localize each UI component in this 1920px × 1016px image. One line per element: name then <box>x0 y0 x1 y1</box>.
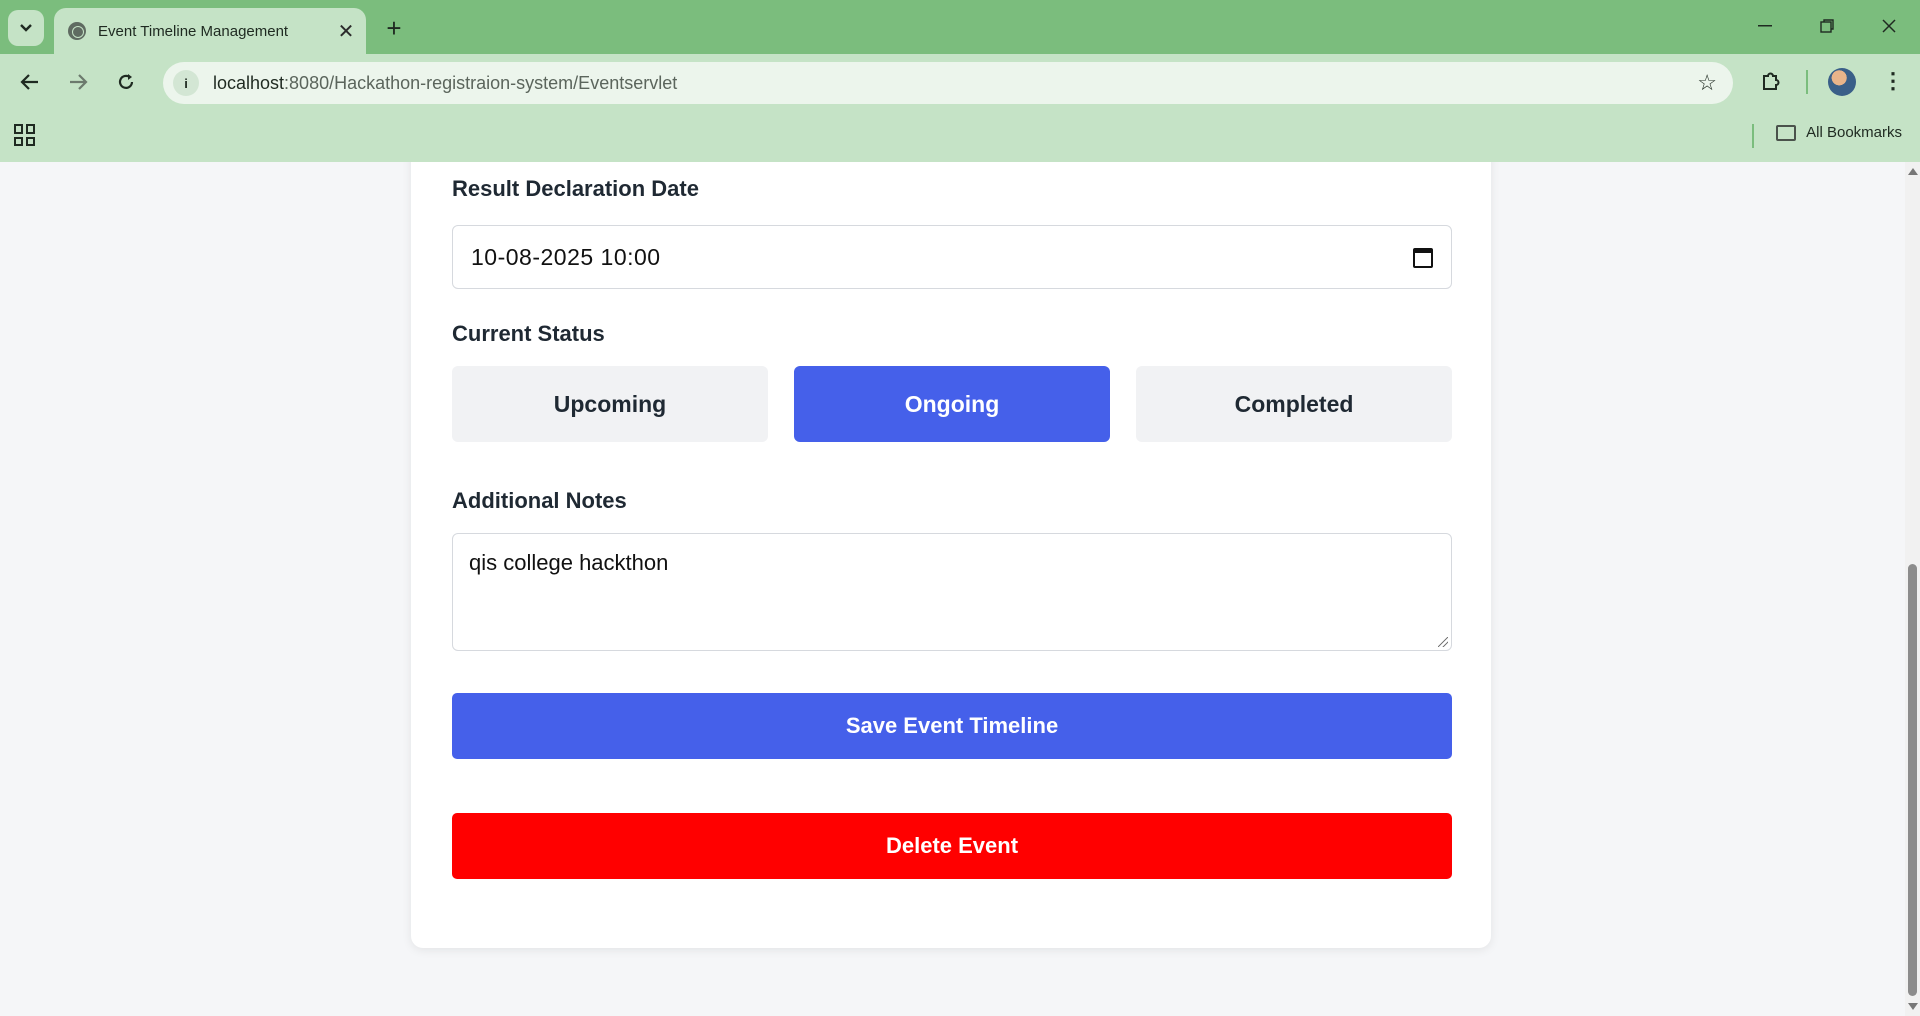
status-upcoming-button[interactable]: Upcoming <box>452 366 768 442</box>
browser-tab[interactable]: Event Timeline Management ✕ <box>54 8 366 54</box>
page-scrollbar[interactable] <box>1905 162 1920 1016</box>
scrollbar-thumb[interactable] <box>1908 564 1917 996</box>
all-bookmarks-label: All Bookmarks <box>1806 124 1902 141</box>
tab-title: Event Timeline Management <box>98 22 289 40</box>
url-text[interactable]: localhost:8080/Hackathon-registraion-sys… <box>213 73 677 94</box>
tab-list-button[interactable] <box>8 10 44 46</box>
event-form-card: Result Declaration Date 10-08-2025 10:00… <box>411 162 1491 948</box>
url-path: :8080/Hackathon-registraion-system/Event… <box>284 72 678 93</box>
save-event-timeline-button[interactable]: Save Event Timeline <box>452 693 1452 759</box>
page-viewport: Result Declaration Date 10-08-2025 10:00… <box>0 162 1905 1016</box>
scroll-down-icon[interactable] <box>1908 1003 1918 1010</box>
profile-avatar[interactable] <box>1828 68 1856 96</box>
notes-value: qis college hackthon <box>469 550 669 575</box>
reload-icon[interactable] <box>108 64 144 100</box>
delete-event-button[interactable]: Delete Event <box>452 813 1452 879</box>
result-date-input[interactable]: 10-08-2025 10:00 <box>452 225 1452 289</box>
globe-icon <box>68 22 86 40</box>
resize-grip-icon[interactable] <box>1438 637 1448 647</box>
url-host: localhost <box>213 72 285 93</box>
minimize-icon[interactable] <box>1742 8 1788 44</box>
status-label: Current Status <box>452 321 605 346</box>
calendar-icon[interactable] <box>1413 248 1433 268</box>
back-icon[interactable] <box>12 64 48 100</box>
status-completed-button[interactable]: Completed <box>1136 366 1452 442</box>
scroll-up-icon[interactable] <box>1908 168 1918 175</box>
folder-icon <box>1776 124 1797 141</box>
new-tab-button[interactable]: + <box>378 12 410 44</box>
chevron-down-icon <box>20 24 32 32</box>
toolbar-divider <box>1806 70 1808 94</box>
restore-icon[interactable] <box>1804 8 1850 44</box>
bookmarks-bar: All Bookmarks <box>0 110 1920 162</box>
close-icon[interactable]: ✕ <box>332 17 360 45</box>
forward-icon[interactable] <box>60 64 96 100</box>
all-bookmarks-button[interactable]: All Bookmarks <box>1776 124 1902 141</box>
bookmarks-divider <box>1752 124 1754 148</box>
info-icon[interactable]: i <box>173 70 199 96</box>
notes-label: Additional Notes <box>452 488 627 513</box>
status-ongoing-button[interactable]: Ongoing <box>794 366 1110 442</box>
result-date-value: 10-08-2025 10:00 <box>471 243 661 270</box>
apps-icon[interactable] <box>14 124 36 146</box>
address-bar[interactable]: i localhost:8080/Hackathon-registraion-s… <box>163 62 1733 104</box>
more-menu-icon[interactable]: ⋮ <box>1878 66 1908 96</box>
browser-toolbar: i localhost:8080/Hackathon-registraion-s… <box>0 54 1920 110</box>
extensions-icon[interactable] <box>1756 66 1786 96</box>
browser-tab-strip: Event Timeline Management ✕ + <box>0 0 1920 54</box>
result-date-label: Result Declaration Date <box>452 176 699 201</box>
star-icon[interactable]: ☆ <box>1697 70 1717 96</box>
notes-textarea[interactable]: qis college hackthon <box>452 533 1452 651</box>
window-close-icon[interactable] <box>1866 8 1912 44</box>
